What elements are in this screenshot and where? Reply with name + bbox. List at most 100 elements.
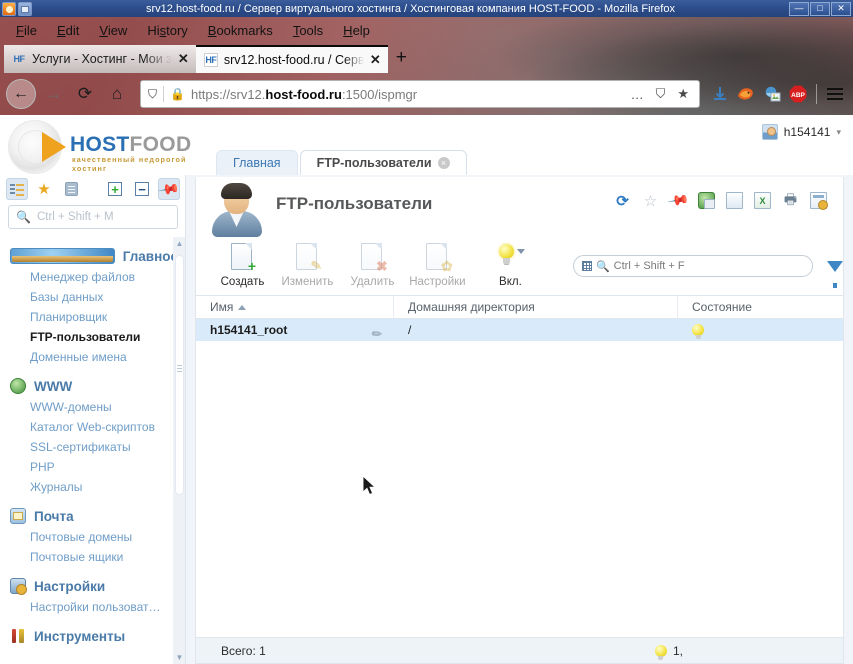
sidebar-item-databases[interactable]: Базы данных — [0, 287, 186, 307]
clipboard-icon[interactable] — [60, 178, 82, 200]
adblock-plus-icon[interactable]: ABP — [786, 81, 810, 107]
tab-close-icon[interactable]: ✕ — [370, 52, 381, 68]
table-settings-icon[interactable] — [810, 192, 828, 210]
forward-button[interactable]: → — [38, 79, 68, 109]
browser-tab-label: Услуги - Хостинг - Мои з — [32, 52, 172, 66]
page-actions-icon[interactable]: … — [628, 87, 647, 102]
ftp-users-table: Имя Домашняя директория Состояние h15414… — [196, 295, 843, 637]
downloads-icon[interactable] — [708, 81, 732, 107]
sidebar-item-mailboxes[interactable]: Почтовые ящики — [0, 547, 186, 567]
delete-button[interactable]: ✖ Удалить — [340, 239, 405, 288]
expand-all-icon[interactable]: + — [104, 178, 126, 200]
refresh-icon[interactable]: ⟳ — [614, 192, 631, 210]
tab-close-icon[interactable]: × — [437, 156, 450, 169]
create-button[interactable]: + Создать — [210, 239, 275, 288]
menu-edit[interactable]: Edit — [47, 20, 89, 41]
sidebar-item-domain-names[interactable]: Доменные имена — [0, 347, 186, 367]
sidebar-item-www-domains[interactable]: WWW-домены — [0, 397, 186, 417]
search-input[interactable]: 🔍 Ctrl + Shift + F — [572, 255, 813, 277]
sidebar-group-header[interactable]: WWW — [0, 375, 186, 397]
menu-help[interactable]: Help — [333, 20, 380, 41]
open-in-browser-icon[interactable] — [698, 192, 715, 209]
browser-tab-1[interactable]: HF Услуги - Хостинг - Мои з ✕ — [4, 45, 196, 73]
sidebar-item-file-manager[interactable]: Менеджер файлов — [0, 267, 186, 287]
sidebar-item-web-scripts[interactable]: Каталог Web-скриптов — [0, 417, 186, 437]
sidebar-group-header[interactable]: Настройки — [0, 575, 186, 597]
sidebar-group-header[interactable]: Инструменты — [0, 625, 186, 647]
pencil-icon[interactable]: ✎ — [369, 325, 386, 342]
sidebar-item-logs[interactable]: Журналы — [0, 477, 186, 497]
collapse-all-icon[interactable]: − — [131, 178, 153, 200]
tab-ftp-users[interactable]: FTP-пользователи × — [299, 150, 467, 175]
home-button[interactable]: ⌂ — [102, 79, 132, 109]
browser-tabstrip: HF Услуги - Хостинг - Мои з ✕ HF srv12.h… — [0, 43, 853, 73]
export-excel-icon[interactable]: X — [754, 192, 771, 209]
firefox-account-icon[interactable] — [734, 81, 758, 107]
scrollbar-thumb[interactable] — [175, 255, 184, 495]
maximize-button[interactable]: □ — [810, 1, 830, 16]
lock-icon[interactable]: 🔒 — [170, 87, 185, 101]
sidebar-group-header[interactable]: Главное — [0, 245, 186, 267]
column-header-state[interactable]: Состояние — [678, 296, 843, 318]
export-doc-icon[interactable] — [726, 192, 743, 209]
add-to-favorites-icon[interactable]: ☆ — [642, 192, 659, 210]
sidebar-item-user-settings[interactable]: Настройки пользоват… — [0, 597, 186, 617]
main-icon — [10, 248, 115, 264]
menu-history[interactable]: History — [137, 20, 197, 41]
new-tab-button[interactable]: + — [388, 48, 415, 69]
sidebar: ★ + − 📌 🔍 Ctrl + Shift + M Главное Менед… — [0, 175, 186, 664]
table-row[interactable]: h154141_root ✎ / — [196, 319, 843, 343]
window-menu-icon[interactable] — [18, 1, 32, 16]
menu-hamburger-icon[interactable] — [823, 81, 847, 107]
panel-search-area: 🔍 Ctrl + Shift + F — [572, 255, 843, 288]
reload-button[interactable]: ⟳ — [70, 79, 100, 109]
tree-view-icon[interactable] — [6, 178, 28, 200]
cell-name[interactable]: h154141_root ✎ — [196, 323, 394, 343]
ftp-user-avatar-icon — [210, 181, 264, 237]
column-header-home-dir[interactable]: Домашняя директория — [394, 296, 678, 318]
minimize-button[interactable]: — — [789, 1, 809, 16]
pin-icon[interactable]: 📌 — [158, 177, 181, 200]
favorites-star-icon[interactable]: ★ — [33, 178, 55, 200]
scrollbar-grip — [177, 365, 182, 372]
menu-bookmarks[interactable]: Bookmarks — [198, 20, 283, 41]
sidebar-item-php[interactable]: PHP — [0, 457, 186, 477]
hostfood-logo[interactable]: HOSTFOOD качественный недорогой хостинг — [6, 115, 206, 175]
edit-button[interactable]: ✎ Изменить — [275, 239, 340, 288]
enable-button[interactable]: Вкл. — [482, 239, 539, 288]
shield-icon[interactable]: ⛉ — [148, 87, 157, 102]
tools-icon — [10, 628, 26, 644]
filter-funnel-icon[interactable] — [826, 260, 843, 288]
mouse-cursor — [363, 476, 377, 496]
menu-file[interactable]: File — [6, 20, 47, 41]
user-menu[interactable]: h154141 ▾ — [761, 124, 841, 140]
sidebar-item-ssl-certificates[interactable]: SSL-сертификаты — [0, 437, 186, 457]
browser-tab-2[interactable]: HF srv12.host-food.ru / Серв ✕ — [195, 45, 388, 73]
settings-button[interactable]: ✿ Настройки — [405, 239, 470, 288]
sidebar-search-input[interactable]: 🔍 Ctrl + Shift + M — [8, 205, 178, 229]
bookmark-star-icon[interactable]: ★ — [674, 86, 692, 102]
sidebar-group-label: WWW — [34, 378, 73, 394]
column-header-name[interactable]: Имя — [196, 296, 394, 318]
toolbar-label: Удалить — [350, 276, 395, 288]
print-icon[interactable]: 🖶 — [782, 191, 799, 209]
close-button[interactable]: ✕ — [831, 1, 851, 16]
url-bar[interactable]: ⛉ 🔒 https://srv12.host-food.ru:1500/ispm… — [140, 80, 700, 108]
sidebar-group-header[interactable]: Почта — [0, 505, 186, 527]
extension-icon[interactable] — [760, 81, 784, 107]
lightbulb-on-icon — [654, 644, 667, 660]
sidebar-item-mail-domains[interactable]: Почтовые домены — [0, 527, 186, 547]
logo-arrow-icon — [42, 132, 66, 162]
titlebar-icons — [0, 1, 32, 16]
menu-view[interactable]: View — [89, 20, 137, 41]
back-button[interactable]: ← — [6, 79, 36, 109]
reader-mode-icon[interactable]: ⛉ — [653, 86, 669, 102]
pin-icon[interactable]: 📌 — [667, 189, 690, 213]
tab-close-icon[interactable]: ✕ — [178, 51, 189, 67]
sidebar-item-ftp-users[interactable]: FTP-пользователи — [0, 327, 186, 347]
tab-favicon-icon: HF — [203, 53, 218, 67]
tab-glavnaya[interactable]: Главная — [216, 150, 298, 175]
menu-tools[interactable]: Tools — [283, 20, 333, 41]
sidebar-item-scheduler[interactable]: Планировщик — [0, 307, 186, 327]
chevron-down-icon[interactable]: ▾ — [836, 127, 841, 138]
